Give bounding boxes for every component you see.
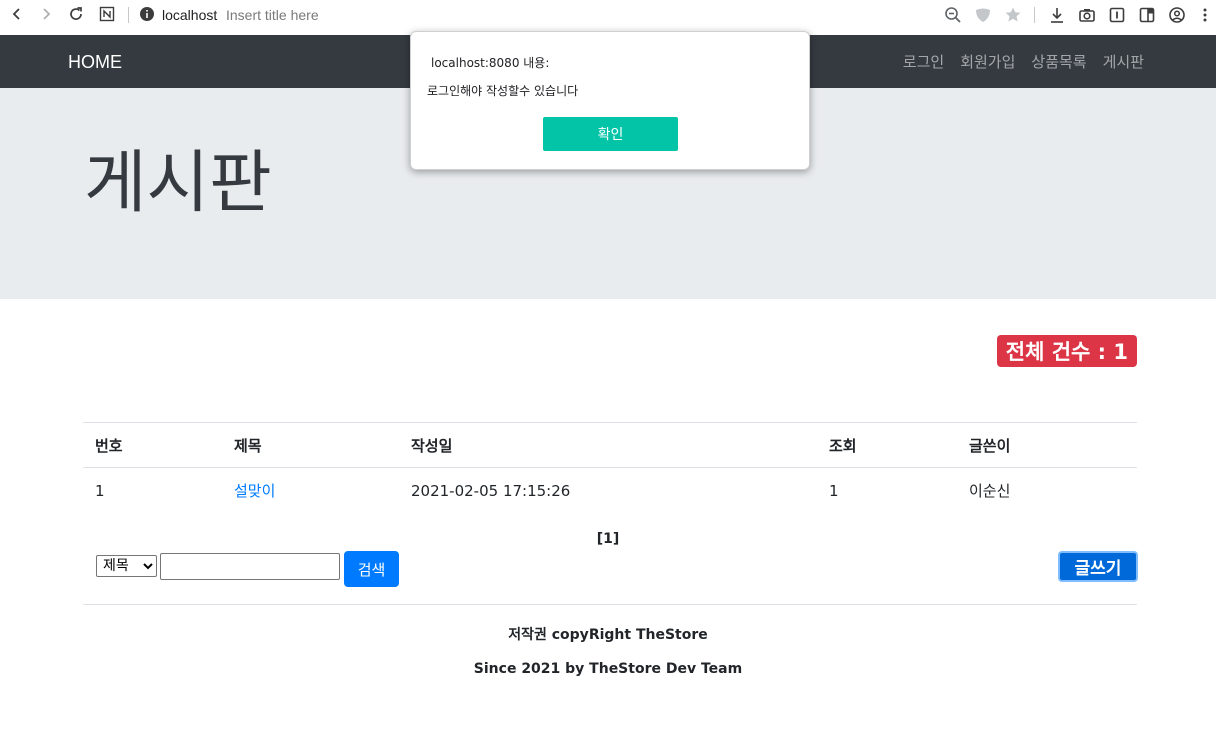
- toolbar-separator: [128, 7, 129, 23]
- search-input[interactable]: [160, 553, 340, 580]
- notion-icon[interactable]: [99, 6, 115, 22]
- address-host[interactable]: localhost: [162, 7, 217, 23]
- footer-divider: [83, 604, 1137, 605]
- dialog-ok-button[interactable]: 확인: [543, 117, 678, 151]
- col-header-date: 작성일: [411, 436, 453, 455]
- alert-dialog: localhost:8080 내용: 로그인해야 작성할수 있습니다 확인: [410, 31, 810, 170]
- info-icon[interactable]: [139, 6, 155, 22]
- zoom-icon[interactable]: [944, 6, 962, 24]
- col-header-author: 글쓴이: [969, 436, 1011, 455]
- board-table: 번호 제목 작성일 조회 글쓴이 1 설맞이 2021-02-05 17:15:…: [83, 422, 1137, 514]
- page-link-1[interactable]: [1]: [597, 531, 620, 547]
- shield-icon[interactable]: [974, 6, 992, 24]
- nav-login-link[interactable]: 로그인: [903, 51, 944, 72]
- footer-since: Since 2021 by TheStore Dev Team: [473, 661, 743, 677]
- col-header-title: 제목: [234, 436, 262, 455]
- profile-icon[interactable]: [1168, 6, 1186, 24]
- reader-icon[interactable]: [1108, 6, 1126, 24]
- nav-signup-link[interactable]: 회원가입: [960, 51, 1015, 72]
- page-heading: 게시판: [84, 144, 272, 223]
- nav-products-link[interactable]: 상품목록: [1031, 51, 1086, 72]
- toolbar-separator-2: [1034, 7, 1035, 23]
- post-title-link[interactable]: 설맞이: [234, 482, 275, 500]
- footer-copyright: 저작권 copyRight TheStore: [508, 627, 708, 643]
- sidebar-icon[interactable]: [1138, 6, 1156, 24]
- star-icon[interactable]: [1004, 6, 1022, 24]
- total-count-badge: 전체 건수 : 1: [996, 335, 1137, 367]
- browser-toolbar: localhost Insert title here: [0, 0, 1216, 35]
- download-icon[interactable]: [1048, 6, 1066, 24]
- nav-links: 로그인 회원가입 상품목록 게시판: [903, 51, 1144, 72]
- cell-author: 이순신: [969, 482, 1011, 501]
- menu-icon[interactable]: [1196, 6, 1214, 24]
- write-post-button[interactable]: 글쓰기: [1058, 551, 1138, 582]
- cell-title: 설맞이: [222, 468, 399, 514]
- col-header-number: 번호: [95, 436, 123, 455]
- cell-date: 2021-02-05 17:15:26: [411, 481, 571, 500]
- col-header-views: 조회: [829, 436, 857, 455]
- nav-board-link[interactable]: 게시판: [1103, 51, 1144, 72]
- cell-number: 1: [95, 481, 105, 500]
- cell-views: 1: [829, 481, 839, 500]
- table-header-row: 번호 제목 작성일 조회 글쓴이: [83, 422, 1137, 468]
- page-title-text: Insert title here: [226, 7, 319, 23]
- dialog-title: localhost:8080 내용:: [431, 56, 550, 70]
- search-field-select[interactable]: 제목: [96, 555, 157, 577]
- camera-icon[interactable]: [1078, 6, 1096, 24]
- back-icon[interactable]: [9, 6, 25, 22]
- search-button[interactable]: 검색: [344, 551, 399, 587]
- reload-icon[interactable]: [68, 6, 84, 22]
- dialog-message: 로그인해야 작성할수 있습니다: [427, 84, 579, 98]
- brand-home-link[interactable]: HOME: [68, 52, 122, 73]
- pagination: [1]: [0, 531, 1216, 547]
- table-row: 1 설맞이 2021-02-05 17:15:26 1 이순신: [83, 468, 1137, 514]
- forward-icon[interactable]: [38, 6, 54, 22]
